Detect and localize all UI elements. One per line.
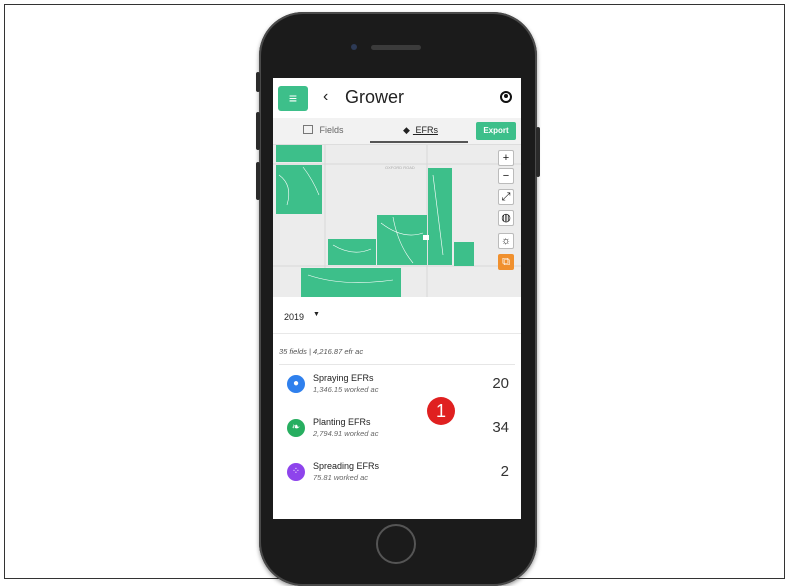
volume-down-button: [256, 162, 260, 200]
droplet-icon: ●: [287, 375, 305, 393]
earpiece-speaker: [371, 45, 421, 50]
annotation-badge: 1: [427, 397, 455, 425]
tab-fields[interactable]: Fields: [303, 125, 344, 135]
active-tab-indicator: [370, 141, 468, 143]
zoom-out-button[interactable]: −: [498, 168, 514, 184]
tab-fields-label: Fields: [319, 125, 344, 135]
item-count: 20: [492, 375, 509, 392]
fields-icon: [303, 125, 313, 134]
phone-screen: ≡ ‹ Grower Fields ◆ EFRs Export OXFORD R…: [273, 78, 521, 519]
item-acres: 2,794.91 worked ac: [313, 429, 379, 438]
item-name: Spraying EFRs: [313, 373, 374, 383]
page-title: Grower: [345, 87, 405, 107]
menu-button[interactable]: ≡: [278, 86, 308, 111]
front-camera: [351, 44, 357, 50]
item-count: 34: [492, 419, 509, 436]
list-item-planting[interactable]: ❧ Planting EFRs 2,794.91 worked ac 34: [273, 411, 521, 451]
efr-summary: 35 fields | 4,216.87 efr ac: [279, 347, 364, 356]
user-circle-icon[interactable]: [500, 91, 512, 103]
map-layers-icon[interactable]: ⧉: [498, 254, 514, 270]
phone-device: ≡ ‹ Grower Fields ◆ EFRs Export OXFORD R…: [256, 12, 540, 586]
weather-icon[interactable]: ☼: [498, 233, 514, 249]
power-button: [536, 127, 540, 177]
divider: [279, 364, 515, 365]
chevron-down-icon: ▼: [313, 311, 320, 318]
year-selector[interactable]: 2019 ▼: [273, 297, 521, 333]
home-button[interactable]: [376, 524, 416, 564]
item-acres: 1,346.15 worked ac: [313, 385, 379, 394]
export-button[interactable]: Export: [476, 122, 516, 140]
mute-switch: [256, 72, 260, 92]
tab-bar: Fields ◆ EFRs Export: [273, 118, 521, 145]
item-name: Spreading EFRs: [313, 461, 380, 471]
road-label: OXFORD ROAD: [385, 165, 415, 170]
layers-icon: ◆: [403, 125, 410, 135]
year-value: 2019: [284, 312, 305, 322]
hamburger-icon: ≡: [288, 90, 298, 106]
fullscreen-icon[interactable]: ⤢: [498, 189, 514, 205]
list-item-spraying[interactable]: ● Spraying EFRs 1,346.15 worked ac 20: [273, 367, 521, 407]
spread-icon: ⁘: [287, 463, 305, 481]
item-acres: 75.81 worked ac: [313, 473, 369, 482]
map-fields-layer: OXFORD ROAD: [273, 145, 521, 297]
app-bar: ≡ ‹ Grower: [273, 78, 521, 118]
volume-up-button: [256, 112, 260, 150]
leaf-icon: ❧: [287, 419, 305, 437]
globe-icon[interactable]: ◍: [498, 210, 514, 226]
field-map[interactable]: OXFORD ROAD + − ⤢ ◍ ☼ ⧉: [273, 145, 521, 297]
item-count: 2: [500, 463, 509, 480]
tab-efrs-label: EFRs: [415, 125, 438, 135]
zoom-in-button[interactable]: +: [498, 150, 514, 166]
tab-efrs[interactable]: ◆ EFRs: [403, 125, 438, 136]
item-name: Planting EFRs: [313, 417, 371, 427]
back-icon[interactable]: ‹: [323, 88, 328, 106]
list-item-spreading[interactable]: ⁘ Spreading EFRs 75.81 worked ac 2: [273, 455, 521, 495]
efr-list: 35 fields | 4,216.87 efr ac ● Spraying E…: [273, 333, 521, 519]
